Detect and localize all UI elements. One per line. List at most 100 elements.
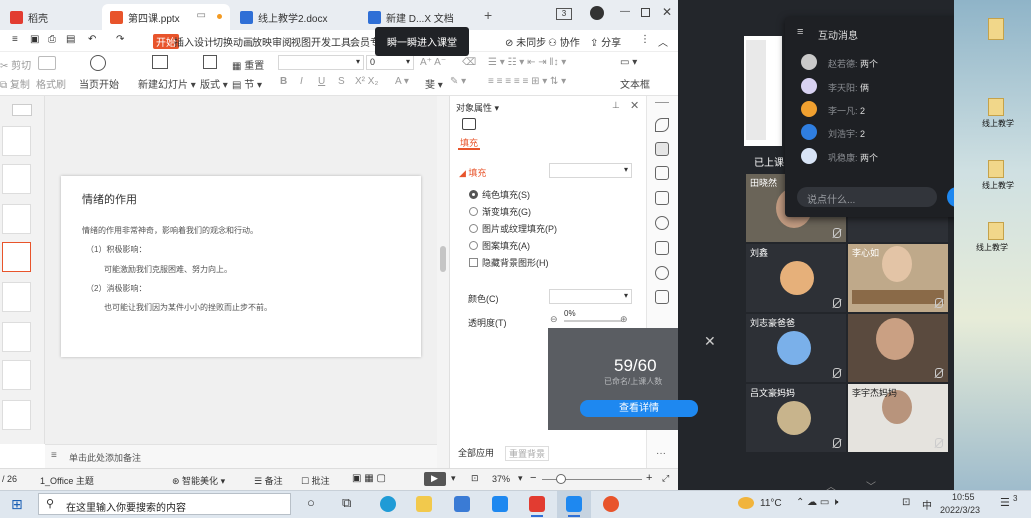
new-tab-button[interactable]: + [484, 7, 492, 23]
slide-thumbnail[interactable] [2, 322, 31, 352]
copy-button[interactable]: ⧉ 复制 [0, 76, 30, 91]
paste-icon[interactable] [38, 56, 56, 70]
play-slideshow-button[interactable]: ▶ [424, 472, 446, 486]
menu-icon[interactable]: ≡ [797, 26, 803, 38]
folder-icon[interactable] [988, 98, 1004, 116]
radio-solid-fill[interactable]: 纯色填充(S) [469, 188, 530, 201]
cut-button[interactable]: ✂ 剪切 [0, 57, 31, 72]
animation-icon[interactable] [655, 166, 669, 180]
slide-thumbnail[interactable] [2, 164, 31, 194]
radio-gradient-fill[interactable]: 渐变填充(G) [469, 205, 531, 218]
radio-pattern-fill[interactable]: 图案填充(A) [469, 239, 530, 252]
underline-button[interactable]: U [318, 76, 325, 87]
task-view-icon[interactable]: ⧉ [342, 495, 351, 511]
cortana-icon[interactable]: ○ [307, 495, 315, 510]
undo-icon[interactable]: ↶ [88, 34, 96, 45]
color-select[interactable]: ▾ [549, 289, 632, 304]
message-input[interactable]: 说点什么... [797, 187, 937, 207]
redo-icon[interactable]: ↷ [116, 34, 124, 45]
play-icon[interactable] [90, 55, 106, 71]
more-ribbon-icon[interactable]: ▭ ▾ [620, 57, 637, 68]
share-button[interactable]: ⇪ 分享 [590, 34, 621, 49]
list-buttons[interactable]: ☰ ▾ ☷ ▾ ⇤ ⇥ ‖↕ ▾ [488, 57, 566, 68]
edge-icon[interactable] [380, 496, 396, 512]
radio-picture-fill[interactable]: 图片或纹理填充(P) [469, 222, 557, 235]
folder-icon[interactable] [988, 222, 1004, 240]
folder-icon[interactable] [988, 18, 1004, 40]
more-icon[interactable]: ⋮ [640, 34, 650, 45]
menu-icon[interactable]: ≡ [12, 34, 18, 45]
layout-button[interactable]: 版式 ▾ [200, 76, 228, 91]
preview-icon[interactable]: ▤ [66, 34, 75, 45]
student-video[interactable]: 吕文豪妈妈 [746, 384, 846, 452]
reset-button[interactable]: ▦ 重置 [232, 57, 264, 72]
align-buttons[interactable]: ≡ ≡ ≡ ≡ ≡ ⊞ ▾ ⇅ ▾ [488, 76, 566, 87]
close-popup-icon[interactable]: ✕ [704, 333, 716, 350]
menu-developer[interactable]: 开发工具 [311, 34, 351, 49]
thumbnail-toggle-icon[interactable] [12, 104, 32, 116]
section-button[interactable]: ▤ 节 ▾ [232, 76, 262, 91]
student-video[interactable]: 刘志豪爸爸 [746, 314, 846, 382]
slide-thumbnail[interactable] [2, 282, 31, 312]
collaborate-button[interactable]: ⚇ 协作 [548, 34, 580, 49]
slide-thumbnail[interactable] [2, 400, 31, 430]
zoom-out-button[interactable]: − [530, 472, 536, 484]
smart-beautify-button[interactable]: ⊛ 智能美化 ▾ [172, 474, 225, 487]
new-slide-button[interactable]: 新建幻灯片 ▾ [138, 76, 196, 91]
zoom-in-button[interactable]: + [646, 472, 652, 484]
folder-icon[interactable] [988, 160, 1004, 178]
recorder-icon[interactable] [603, 496, 619, 512]
notes-button[interactable]: ☰ 备注 [254, 474, 283, 487]
student-video[interactable]: 李心如 [848, 244, 948, 312]
file-explorer-icon[interactable] [416, 496, 432, 512]
input-method[interactable]: 中 [922, 497, 932, 512]
student-video[interactable]: 李宇杰妈妈 [848, 384, 948, 452]
superscript-button[interactable]: X² X₂ [355, 76, 378, 87]
notes-area[interactable]: ≡ 单击此处添加备注 [45, 444, 437, 468]
desktop-icon-label[interactable]: 线上教学 [978, 180, 1018, 191]
print-icon[interactable]: ⎙ [48, 34, 56, 45]
fill-bucket-icon[interactable] [462, 118, 476, 130]
comments-button[interactable]: ☐ 批注 [301, 474, 330, 487]
navigation-icon[interactable] [655, 266, 669, 280]
wps-icon[interactable] [529, 496, 545, 517]
collapse-ribbon-icon[interactable]: ︿ [658, 34, 668, 49]
highlight-button[interactable]: ✎ ▾ [450, 76, 466, 87]
slide-thumbnail-current[interactable] [2, 242, 31, 272]
view-buttons[interactable]: ▣ ▦ ▢ [352, 473, 386, 484]
desktop-icon-label[interactable]: 线上教学 [956, 242, 1028, 253]
slide-thumbnail[interactable] [2, 360, 31, 390]
tab-pptx[interactable]: 第四课.pptx ▭ [102, 4, 230, 30]
cube-icon[interactable] [655, 290, 669, 304]
slide-thumbnail[interactable] [2, 204, 31, 234]
maximize-button[interactable] [641, 8, 650, 17]
close-icon[interactable]: ✕ [630, 99, 639, 112]
tab-docx[interactable]: 线上教学2.docx [232, 4, 335, 30]
format-painter-button[interactable]: 格式刷 [36, 76, 66, 91]
font-grow-icon[interactable]: A⁺ A⁻ [420, 57, 446, 68]
start-from-current-button[interactable]: 当页开始 [79, 76, 119, 91]
screen-share-preview[interactable] [744, 36, 782, 146]
help-icon[interactable] [655, 216, 669, 230]
tray-icons[interactable]: ⌃ ☁ ▭ 🕨 [796, 497, 838, 508]
vertical-scrollbar[interactable] [437, 96, 449, 468]
slide-text-line[interactable]: （1）积极影响： [86, 244, 146, 255]
menu-review[interactable]: 审阅 [272, 34, 292, 49]
char-spacing-button[interactable]: 斐 ▾ [425, 76, 443, 91]
transparency-slider[interactable] [564, 320, 622, 322]
picture-icon[interactable] [655, 241, 669, 255]
pin-icon[interactable]: ⊥ [612, 100, 620, 111]
fit-window-icon[interactable]: ⤢ [662, 473, 669, 484]
shadow-button[interactable]: S [338, 76, 345, 87]
slide-title[interactable]: 情绪的作用 [82, 191, 137, 207]
slide-text-line[interactable]: 可能激励我们克服困难、努力向上。 [104, 264, 232, 275]
mail-icon[interactable] [492, 496, 508, 512]
clock-date[interactable]: 2022/3/23 [940, 505, 980, 515]
store-icon[interactable] [454, 496, 470, 512]
layout-icon[interactable] [203, 55, 217, 69]
apply-all-button[interactable]: 全部应用 [458, 446, 494, 459]
save-icon[interactable]: ▣ [30, 34, 39, 45]
taskbar-search[interactable]: ⚲ 在这里输入你要搜索的内容 [38, 493, 291, 515]
share-bubble-icon[interactable]: ▭ [197, 10, 206, 21]
weather-temp[interactable]: 11°C [760, 498, 782, 509]
